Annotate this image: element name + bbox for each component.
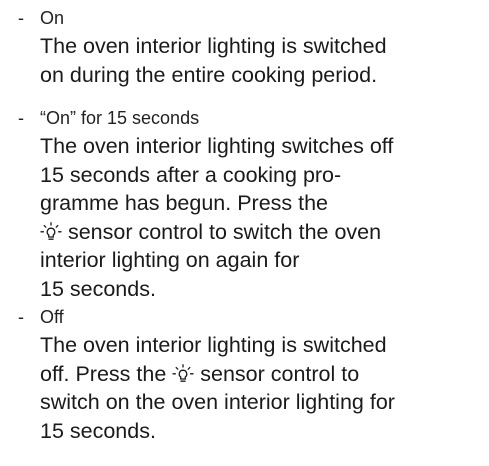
option-description: The oven interior lighting is switched o…	[18, 331, 488, 445]
option-label: Off	[40, 307, 64, 327]
option-label: On	[40, 8, 65, 28]
description-line-text: off. Press the	[40, 361, 173, 386]
option-off: - Off The oven interior lighting is swit…	[18, 303, 488, 445]
list-dash: -	[18, 8, 24, 28]
description-line-text: sensor control to switch the oven	[62, 219, 382, 244]
description-line: 15 seconds.	[40, 418, 156, 443]
option-heading: - “On” for 15 seconds	[18, 104, 488, 132]
description-line: The oven interior lighting is switched	[40, 34, 387, 58]
instruction-page: - On The oven interior lighting is switc…	[0, 0, 489, 466]
description-line: gramme has begun. Press the	[40, 191, 329, 215]
description-line-with-icon: off. Press the sensor control to	[40, 360, 488, 389]
description-line: The oven interior lighting is switched	[40, 333, 387, 357]
description-line: switch on the oven interior lighting for	[40, 390, 395, 414]
light-bulb-icon	[172, 363, 194, 384]
option-heading: - On	[18, 4, 488, 32]
option-heading: - Off	[18, 303, 488, 331]
description-line: interior lighting on again for	[40, 248, 300, 272]
list-dash: -	[18, 307, 24, 327]
light-bulb-icon	[40, 221, 62, 242]
description-line-with-icon: sensor control to switch the oven	[40, 218, 488, 247]
option-label: “On” for 15 seconds	[40, 108, 200, 128]
option-on: - On The oven interior lighting is switc…	[18, 4, 488, 89]
list-dash: -	[18, 108, 24, 128]
description-line: on during the entire cooking period.	[40, 62, 378, 87]
description-line-text: sensor control to	[194, 361, 360, 386]
option-description: The oven interior lighting switches off …	[18, 132, 488, 303]
description-line: 15 seconds after a cooking pro-	[40, 162, 342, 187]
option-description: The oven interior lighting is switched o…	[18, 32, 488, 89]
description-line: 15 seconds.	[40, 276, 156, 301]
option-on-15-seconds: - “On” for 15 seconds The oven interior …	[18, 104, 488, 303]
description-line: The oven interior lighting switches off	[40, 134, 394, 158]
